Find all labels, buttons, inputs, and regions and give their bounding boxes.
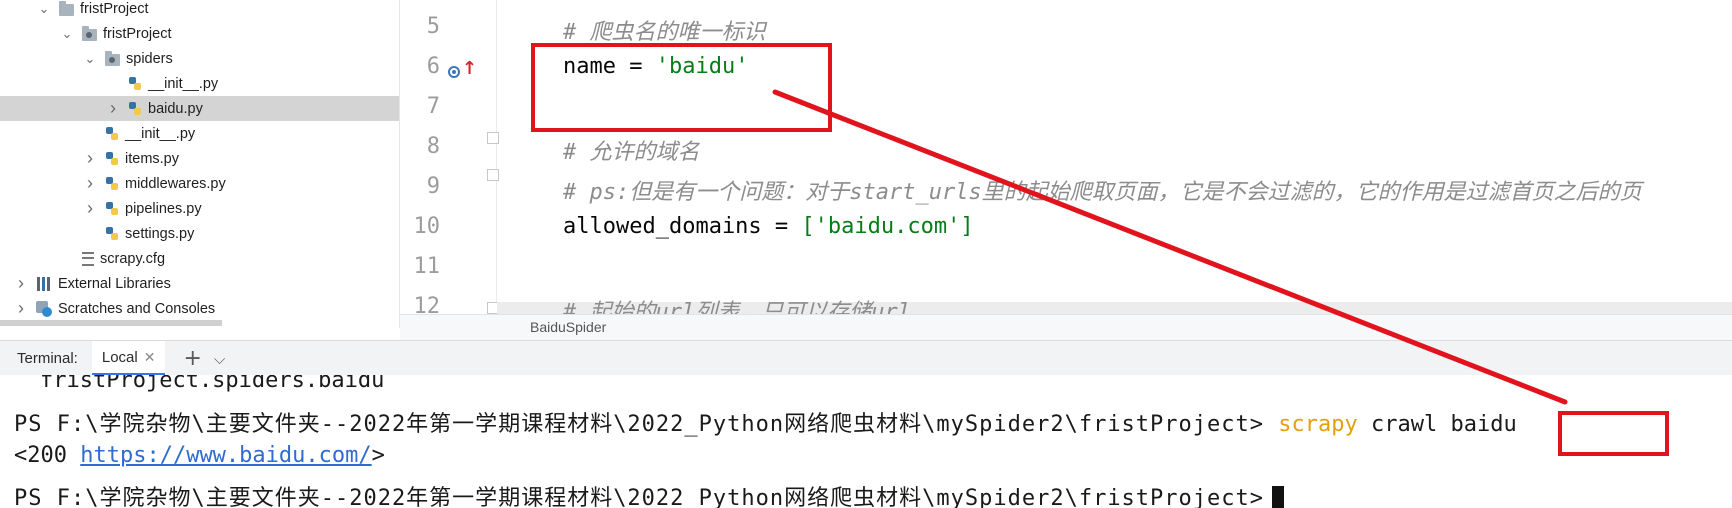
code-line: # ps:但是有一个问题：对于start_urls里的起始爬取页面，它是不会过滤… (563, 174, 1642, 206)
code-token: # 允许的域名 (563, 140, 700, 165)
code-token: allowed_domains = (563, 214, 802, 239)
code-line: # 允许的域名 (563, 134, 700, 166)
terminal-command-line: PS F:\学院杂物\主要文件夹--2022年第一学期课程材料\2022_Pyt… (14, 406, 1517, 438)
scratches-icon (36, 300, 52, 317)
tree-item[interactable]: settings.py (0, 221, 399, 246)
tree-item[interactable]: scrapy.cfg (0, 246, 399, 271)
python-file-icon (105, 201, 119, 217)
python-file-icon (105, 176, 119, 192)
response-status: <200 (14, 443, 81, 468)
tab-local-label: Local (101, 348, 138, 366)
code-line: # 起始的url列表，只可以存储url (563, 294, 911, 314)
tree-item-label: pipelines.py (125, 200, 202, 217)
tree-item[interactable]: __init__.py (0, 121, 399, 146)
chevron-right-icon[interactable]: › (83, 148, 97, 169)
terminal-output[interactable]: fristProject.spiders.baidu PS F:\学院杂物\主要… (0, 375, 1732, 508)
code-token: # 起始的url列表，只可以存储url (563, 300, 911, 314)
package-folder-icon (105, 50, 120, 66)
tree-item-label: settings.py (125, 225, 195, 242)
close-icon[interactable]: ✕ (144, 349, 156, 366)
chevron-down-icon[interactable]: ⌄ (83, 51, 97, 67)
python-file-icon (128, 101, 142, 117)
terminal-line: fristProject.spiders.baidu (40, 375, 385, 393)
tree-item-label: scrapy.cfg (100, 250, 166, 267)
line-number: 9 (426, 174, 440, 199)
code-token: # 爬虫名的唯一标识 (563, 20, 766, 45)
fold-marker-icon[interactable] (487, 132, 499, 144)
chevron-right-icon[interactable]: › (14, 298, 28, 319)
terminal-label: Terminal: (17, 350, 78, 367)
terminal-prompt: PS F:\学院杂物\主要文件夹--2022年第一学期课程材料\2022_Pyt… (14, 486, 1265, 508)
python-file-icon (128, 76, 142, 92)
code-token: # ps:但是有一个问题：对于start_urls里的起始爬取页面，它是不会过滤… (563, 180, 1642, 205)
terminal-prompt: PS F:\学院杂物\主要文件夹--2022年第一学期课程材料\2022_Pyt… (14, 412, 1279, 437)
tree-item-label: fristProject (103, 25, 172, 42)
command-spider-name: baidu (1450, 412, 1517, 437)
chevron-right-icon[interactable]: › (14, 273, 28, 294)
tree-item-label: External Libraries (58, 275, 171, 292)
line-number: 10 (413, 214, 441, 239)
tree-item-label: items.py (125, 150, 179, 167)
command-scrapy: scrapy (1278, 412, 1358, 437)
add-icon[interactable]: + (183, 346, 201, 371)
line-number: 8 (426, 134, 440, 159)
code-line: allowed_domains = ['baidu.com'] (563, 214, 974, 239)
tree-item[interactable]: ⌄ spiders (0, 46, 399, 71)
tree-item-label: baidu.py (148, 100, 203, 117)
chevron-right-icon[interactable]: › (83, 173, 97, 194)
tree-item[interactable]: › items.py (0, 146, 399, 171)
chevron-down-icon[interactable]: ⌵ (214, 350, 225, 368)
chevron-down-icon[interactable]: ⌄ (37, 1, 51, 17)
horizontal-scrollbar[interactable] (0, 320, 222, 326)
python-file-icon (105, 126, 119, 142)
tree-item-label: spiders (126, 50, 173, 67)
tree-item-label: Scratches and Consoles (58, 300, 216, 317)
project-tree-panel: ⌄ fristProject ⌄ fristProject ⌄ spiders __init… (0, 0, 400, 328)
tree-item[interactable]: › Scratches and Consoles (0, 296, 399, 321)
terminal-toolbar: Terminal: Local ✕ + ⌵ (0, 340, 1732, 376)
terminal-response-line: <200 https://www.baidu.com/> (14, 443, 385, 468)
line-number: 12 (413, 294, 441, 314)
fold-marker-icon[interactable] (487, 169, 499, 181)
editor-gutter: ↑ 5 6 7 8 9 10 11 12 (400, 0, 499, 314)
line-number: 7 (426, 94, 440, 119)
tree-item[interactable]: ⌄ fristProject (0, 21, 399, 46)
chevron-down-icon[interactable]: ⌄ (60, 26, 74, 42)
overrides-method-icon[interactable]: ↑ (448, 60, 477, 80)
terminal-cursor (1272, 486, 1285, 508)
folder-icon (59, 0, 74, 16)
tree-item[interactable]: __init__.py (0, 71, 399, 96)
tab-local[interactable]: Local ✕ (91, 341, 166, 376)
highlight-box-crawl-argument (1558, 411, 1669, 456)
line-number: 5 (426, 14, 440, 39)
breadcrumb[interactable]: BaiduSpider (530, 319, 606, 335)
tree-item-label: __init__.py (125, 125, 196, 142)
highlight-box-spider-name (531, 43, 832, 132)
code-line: # 爬虫名的唯一标识 (563, 14, 766, 46)
code-token: ['baidu.com'] (801, 214, 974, 239)
config-file-icon (82, 251, 94, 266)
chevron-right-icon[interactable]: › (106, 98, 120, 119)
tree-item-label: __init__.py (148, 75, 219, 92)
tree-item[interactable]: ⌄ fristProject (0, 0, 399, 21)
terminal-prompt-line: PS F:\学院杂物\主要文件夹--2022年第一学期课程材料\2022_Pyt… (14, 480, 1285, 508)
chevron-right-icon[interactable]: › (83, 198, 97, 219)
line-number: 11 (413, 254, 441, 279)
tree-item[interactable]: › baidu.py (0, 96, 399, 121)
editor-breadcrumb-bar: BaiduSpider (400, 314, 1732, 341)
response-url-link[interactable]: https://www.baidu.com/ (80, 443, 371, 468)
line-number: 6 (426, 54, 440, 79)
package-folder-icon (82, 25, 97, 41)
tree-item[interactable]: › External Libraries (0, 271, 399, 296)
response-close: > (371, 443, 385, 468)
command-crawl: crawl (1357, 412, 1451, 437)
tree-item-label: fristProject (80, 0, 149, 17)
tree-item-label: middlewares.py (125, 175, 226, 192)
tree-item[interactable]: › middlewares.py (0, 171, 399, 196)
tree-item[interactable]: › pipelines.py (0, 196, 399, 221)
python-file-icon (105, 151, 119, 167)
python-file-icon (105, 226, 119, 242)
libraries-icon (36, 276, 52, 291)
